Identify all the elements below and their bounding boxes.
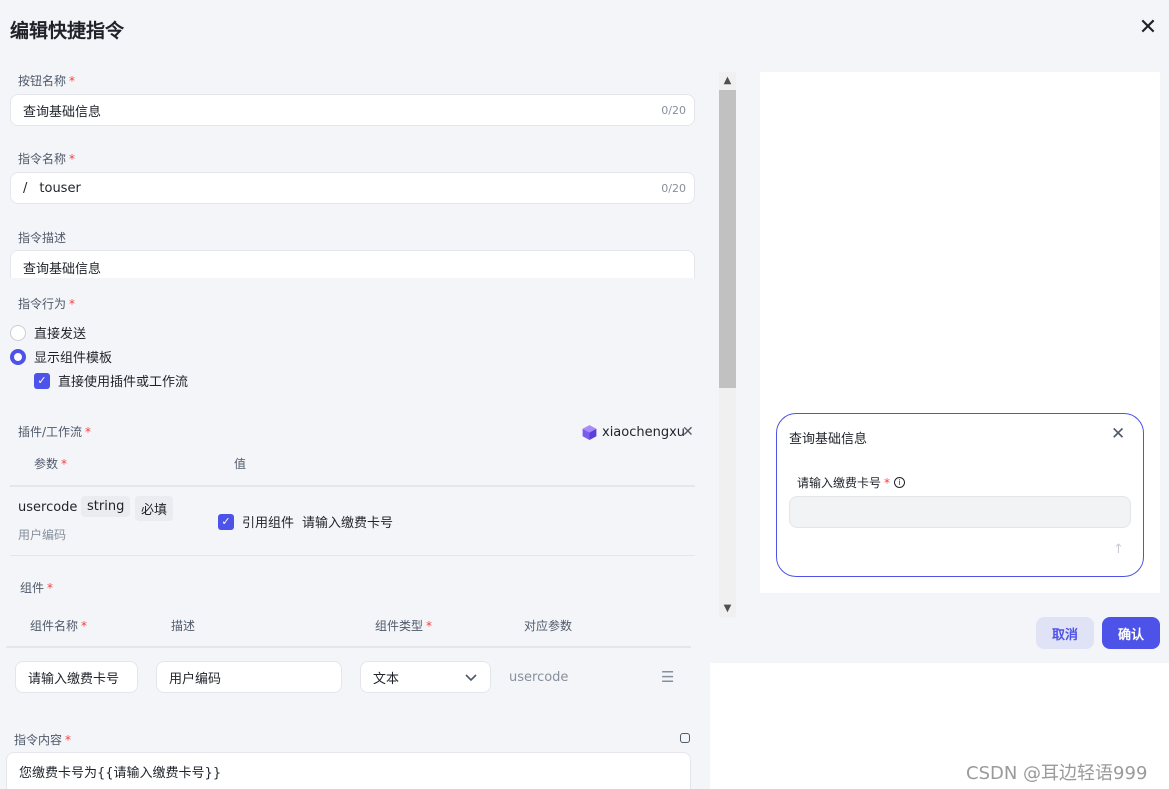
command-name-label: 指令名称 * — [18, 152, 76, 166]
divider — [10, 485, 695, 487]
checkbox-checked-icon: ✓ — [34, 372, 50, 389]
cube-icon — [582, 425, 597, 440]
preview-card: 查询基础信息 ✕ 请输入缴费卡号 * i ↑ — [776, 413, 1144, 577]
component-name-value: 请输入缴费卡号 — [28, 671, 120, 687]
command-name-value: touser — [39, 180, 81, 196]
scroll-up-icon[interactable]: ▲ — [719, 72, 736, 89]
scrollbar-thumb[interactable] — [719, 90, 736, 388]
button-name-input[interactable]: 查询基础信息 0/20 — [10, 94, 695, 126]
col-comp-name: 组件名称 * — [30, 619, 88, 633]
preview-card-title: 查询基础信息 — [789, 432, 868, 447]
button-name-count: 0/20 — [661, 103, 686, 117]
col-comp-desc: 描述 — [171, 619, 196, 633]
command-desc-value: 查询基础信息 — [23, 262, 102, 277]
content-label: 指令内容 * — [14, 733, 72, 747]
send-arrow-icon[interactable]: ↑ — [1113, 542, 1124, 557]
remove-plugin-icon[interactable]: ✕ — [682, 424, 694, 440]
param-desc: 用户编码 — [18, 528, 67, 542]
preview-field-input[interactable] — [789, 496, 1131, 528]
ref-value: 请输入缴费卡号 — [302, 516, 394, 531]
param-type-tag: string — [81, 496, 131, 517]
col-param: 参数 * — [34, 457, 68, 471]
component-type-select[interactable]: 文本 — [360, 661, 491, 693]
plugin-name: xiaochengxu — [602, 425, 686, 440]
content-value: 您缴费卡号为{{请输入缴费卡号}} — [19, 765, 222, 781]
behavior-label: 指令行为 * — [18, 297, 76, 311]
component-desc-input[interactable]: 用户编码 — [156, 661, 342, 693]
preview-close-icon[interactable]: ✕ — [1111, 424, 1125, 444]
radio-direct-send[interactable]: 直接发送 — [10, 323, 86, 342]
radio-show-template[interactable]: 显示组件模板 — [10, 347, 112, 366]
button-name-value: 查询基础信息 — [23, 104, 102, 120]
component-name-input[interactable]: 请输入缴费卡号 — [15, 661, 138, 693]
plugin-label: 插件/工作流 * — [18, 425, 92, 439]
radio-label: 直接发送 — [34, 327, 87, 342]
radio-circle-selected — [10, 348, 26, 365]
checkbox-label: 直接使用插件或工作流 — [58, 375, 189, 390]
button-name-label: 按钮名称 * — [18, 74, 76, 88]
plugin-chip: xiaochengxu — [581, 424, 685, 441]
col-comp-type: 组件类型 * — [375, 619, 433, 633]
expand-icon[interactable] — [680, 733, 690, 743]
divider — [10, 555, 695, 556]
scroll-down-icon[interactable]: ▼ — [719, 600, 736, 617]
component-type-value: 文本 — [373, 671, 400, 687]
command-desc-input[interactable]: 查询基础信息 — [10, 250, 695, 278]
required-tag: 必填 — [135, 496, 174, 521]
cancel-button[interactable]: 取消 — [1036, 617, 1094, 649]
info-icon: i — [894, 477, 906, 488]
command-name-count: 0/20 — [661, 181, 686, 195]
watermark: CSDN @耳边轻语999 — [966, 763, 1148, 784]
command-desc-label: 指令描述 — [18, 231, 67, 245]
close-icon[interactable]: ✕ — [1136, 16, 1160, 40]
col-comp-param: 对应参数 — [524, 619, 573, 633]
dialog-title: 编辑快捷指令 — [10, 20, 125, 42]
drag-handle-icon[interactable]: ☰ — [661, 668, 674, 686]
radio-label: 显示组件模板 — [34, 351, 113, 366]
chevron-down-icon — [465, 674, 477, 682]
checkbox-use-plugin[interactable]: ✓ 直接使用插件或工作流 — [34, 371, 188, 390]
command-name-input[interactable]: / touser 0/20 — [10, 172, 695, 204]
content-editor[interactable]: 您缴费卡号为{{请输入缴费卡号}} — [6, 752, 691, 789]
preview-field-label: 请输入缴费卡号 * i — [797, 474, 906, 491]
divider — [6, 646, 691, 648]
confirm-button[interactable]: 确认 — [1102, 617, 1160, 649]
slash-prefix: / — [23, 180, 28, 196]
ref-component-checkbox[interactable]: ✓ 引用组件 请输入缴费卡号 — [218, 512, 393, 531]
param-name: usercode — [18, 500, 78, 515]
checkbox-checked-icon: ✓ — [218, 513, 234, 530]
radio-circle — [10, 324, 26, 341]
component-desc-value: 用户编码 — [169, 671, 222, 687]
components-label: 组件 * — [20, 581, 54, 595]
ref-label: 引用组件 — [242, 516, 295, 531]
component-param: usercode — [509, 670, 569, 685]
col-value: 值 — [234, 457, 247, 471]
